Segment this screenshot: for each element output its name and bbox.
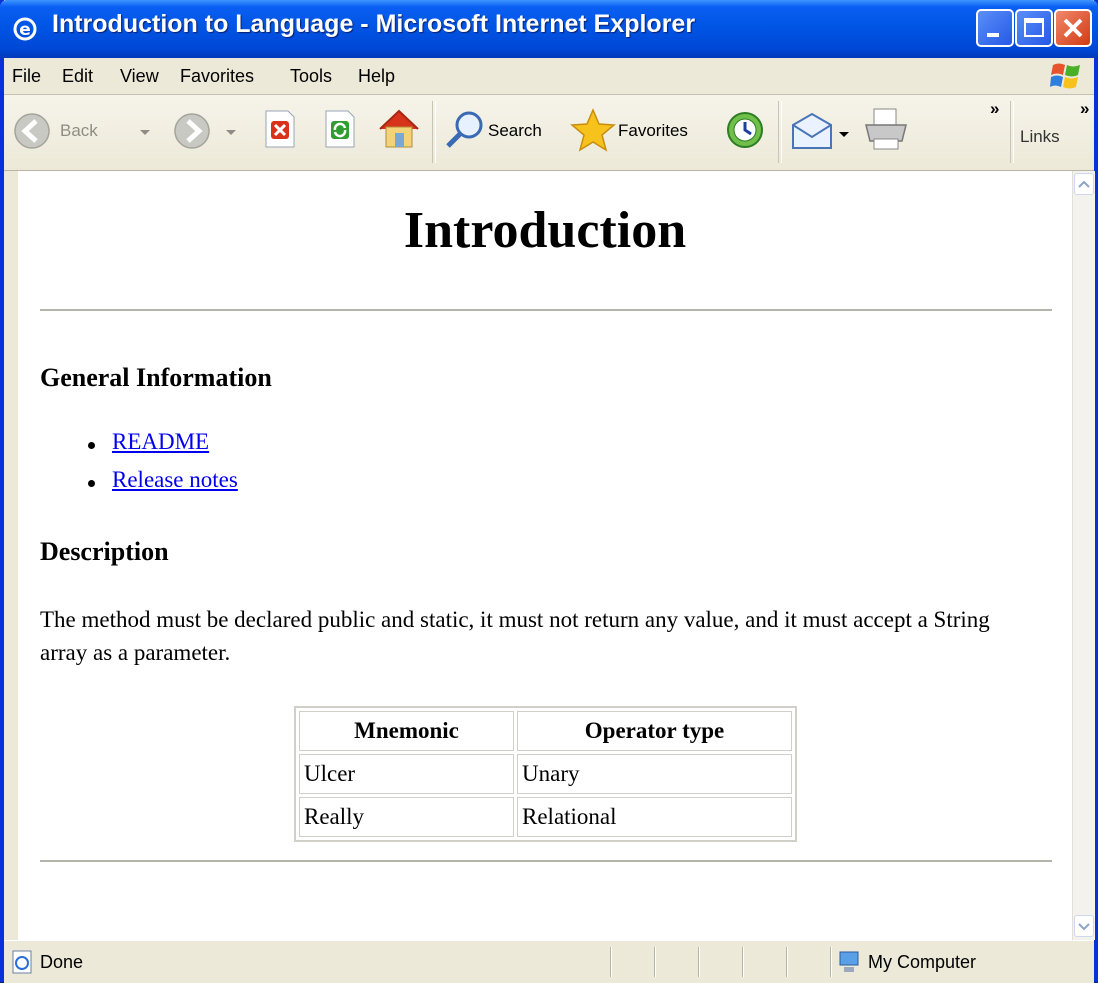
dropdown-arrow-icon bbox=[839, 132, 849, 137]
ie-icon: e bbox=[13, 17, 37, 41]
toolbar-separator bbox=[1010, 101, 1014, 163]
table-row: Ulcer Unary bbox=[299, 754, 792, 794]
back-arrow-icon bbox=[14, 113, 50, 149]
scroll-down-button[interactable] bbox=[1074, 915, 1094, 937]
list-item: Release notes bbox=[40, 467, 238, 505]
svg-text:e: e bbox=[19, 20, 31, 40]
menu-edit[interactable]: Edit bbox=[62, 66, 93, 87]
browser-window: e Introduction to Language - Microsoft I… bbox=[0, 0, 1098, 983]
toolbar-separator bbox=[778, 101, 782, 163]
mail-button[interactable] bbox=[790, 105, 854, 155]
favorites-label: Favorites bbox=[618, 121, 688, 140]
back-button[interactable]: Back bbox=[8, 103, 168, 159]
home-icon[interactable] bbox=[376, 105, 422, 151]
status-divider bbox=[698, 947, 700, 977]
security-zone-label: My Computer bbox=[868, 952, 977, 972]
readme-link[interactable]: README bbox=[112, 429, 209, 454]
status-divider bbox=[830, 947, 832, 977]
vertical-scrollbar[interactable] bbox=[1072, 171, 1095, 940]
favorites-button[interactable]: Favorites bbox=[570, 103, 710, 159]
page-title: Introduction bbox=[403, 202, 687, 259]
dropdown-arrow-icon bbox=[140, 130, 150, 135]
description-heading: Description bbox=[40, 537, 169, 566]
top-divider bbox=[40, 309, 1052, 311]
back-label: Back bbox=[60, 121, 98, 140]
windows-logo-icon bbox=[1050, 63, 1080, 89]
table-cell: Really bbox=[299, 797, 514, 837]
star-icon bbox=[570, 108, 616, 152]
minimize-icon bbox=[987, 33, 999, 37]
description-text: The method must be declared public and s… bbox=[40, 607, 990, 665]
search-button[interactable]: Search bbox=[444, 103, 564, 159]
links-list: README Release notes bbox=[40, 429, 238, 505]
table-cell: Unary bbox=[517, 754, 792, 794]
status-divider bbox=[786, 947, 788, 977]
forward-button[interactable] bbox=[168, 103, 248, 159]
toolbar-overflow-chevron[interactable]: » bbox=[990, 99, 999, 119]
list-item: README bbox=[40, 429, 238, 467]
menu-favorites[interactable]: Favorites bbox=[180, 66, 254, 87]
toolbar-separator bbox=[432, 101, 436, 163]
column-header-operator-type: Operator type bbox=[517, 711, 792, 751]
title-bar: e Introduction to Language - Microsoft I… bbox=[0, 0, 1098, 58]
close-button[interactable] bbox=[1054, 9, 1092, 47]
mail-icon bbox=[792, 112, 832, 149]
history-icon[interactable] bbox=[724, 109, 766, 151]
status-divider bbox=[610, 947, 612, 977]
column-header-mnemonic: Mnemonic bbox=[299, 711, 514, 751]
dropdown-arrow-icon bbox=[226, 130, 236, 135]
ie-page-icon bbox=[12, 950, 32, 974]
maximize-icon bbox=[1024, 18, 1044, 37]
maximize-button[interactable] bbox=[1015, 9, 1053, 47]
my-computer-icon bbox=[839, 951, 859, 972]
table-cell: Ulcer bbox=[299, 754, 514, 794]
print-icon[interactable] bbox=[862, 105, 912, 155]
bottom-divider bbox=[40, 860, 1052, 862]
general-information-heading: General Information bbox=[40, 363, 272, 392]
menu-file[interactable]: File bbox=[12, 66, 41, 87]
menu-help[interactable]: Help bbox=[358, 66, 395, 87]
links-label[interactable]: Links bbox=[1020, 127, 1060, 147]
menu-tools[interactable]: Tools bbox=[290, 66, 332, 87]
table-header-row: Mnemonic Operator type bbox=[299, 711, 792, 751]
status-bar: Done My Computer bbox=[4, 940, 1094, 983]
chevron-up-icon bbox=[1078, 180, 1090, 188]
chevron-down-icon bbox=[1078, 923, 1090, 931]
menu-view[interactable]: View bbox=[120, 66, 159, 87]
status-text: Done bbox=[40, 952, 84, 972]
table-row: Really Relational bbox=[299, 797, 792, 837]
table-cell: Relational bbox=[517, 797, 792, 837]
minimize-button[interactable] bbox=[976, 9, 1014, 47]
links-overflow-chevron[interactable]: » bbox=[1080, 99, 1089, 119]
close-icon bbox=[1063, 18, 1083, 38]
page-content: Introduction General Information README … bbox=[18, 171, 1072, 940]
operators-table: Mnemonic Operator type Ulcer Unary Reall… bbox=[294, 706, 797, 842]
search-label: Search bbox=[488, 121, 542, 140]
release-notes-link[interactable]: Release notes bbox=[112, 467, 238, 492]
scroll-up-button[interactable] bbox=[1074, 173, 1094, 195]
window-title: Introduction to Language - Microsoft Int… bbox=[52, 10, 696, 38]
search-icon bbox=[446, 111, 483, 148]
menu-bar: File Edit View Favorites Tools Help bbox=[4, 58, 1094, 95]
refresh-icon[interactable] bbox=[320, 109, 360, 149]
status-divider bbox=[654, 947, 656, 977]
status-divider bbox=[742, 947, 744, 977]
forward-arrow-icon bbox=[174, 113, 210, 149]
toolbar: Back Search Favorites » Links » bbox=[4, 95, 1094, 171]
stop-icon[interactable] bbox=[260, 109, 300, 149]
